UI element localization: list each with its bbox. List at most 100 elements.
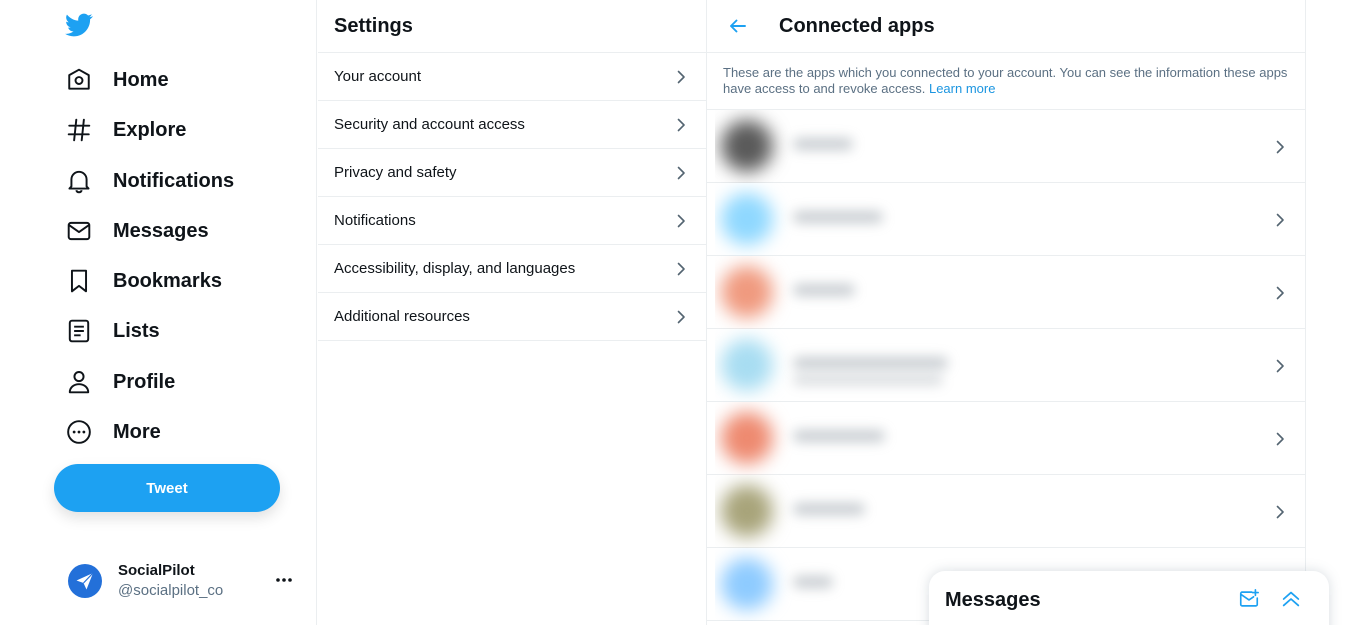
collapse-chevrons-icon[interactable] xyxy=(1279,587,1303,611)
app-avatar xyxy=(721,412,773,464)
connected-app-row[interactable] xyxy=(707,256,1305,329)
app-avatar xyxy=(721,266,773,318)
account-switcher[interactable]: SocialPilot @socialpilot_co xyxy=(54,556,304,606)
nav-label-bookmarks: Bookmarks xyxy=(113,269,222,292)
app-info-blurred xyxy=(715,475,975,548)
chevron-right-icon xyxy=(1276,140,1284,154)
account-handle: @socialpilot_co xyxy=(118,582,224,599)
connected-app-row[interactable] xyxy=(707,402,1305,475)
nav-label-notifications: Notifications xyxy=(113,169,235,192)
hashtag-icon xyxy=(66,117,92,143)
chevron-right-icon xyxy=(677,166,685,179)
nav-label-home: Home xyxy=(113,68,169,91)
bookmark-icon xyxy=(66,268,92,294)
nav-label-lists: Lists xyxy=(113,319,160,342)
connected-apps-description: These are the apps which you connected t… xyxy=(707,53,1305,110)
settings-item-additional-resources[interactable]: Additional resources xyxy=(318,293,706,341)
description-text: These are the apps which you connected t… xyxy=(723,65,1288,96)
settings-header: Settings xyxy=(318,0,706,53)
connected-app-row[interactable] xyxy=(707,110,1305,183)
bell-icon xyxy=(66,168,92,194)
nav-item-messages[interactable]: Messages xyxy=(54,208,221,254)
envelope-icon xyxy=(66,218,92,244)
chevron-right-icon xyxy=(677,310,685,323)
app-info-blurred xyxy=(715,110,975,183)
learn-more-link[interactable]: Learn more xyxy=(929,81,995,96)
account-text: SocialPilot @socialpilot_co xyxy=(118,561,223,601)
chevron-right-icon xyxy=(677,214,685,227)
tweet-button[interactable]: Tweet xyxy=(54,464,280,512)
settings-item-notifications[interactable]: Notifications xyxy=(318,197,706,245)
connected-apps-column: Connected apps These are the apps which … xyxy=(707,0,1306,625)
connected-app-row[interactable] xyxy=(707,475,1305,548)
settings-item-your-account[interactable]: Your account xyxy=(318,53,706,101)
app-info-blurred xyxy=(715,329,975,402)
connected-apps-list xyxy=(707,110,1305,621)
chevron-right-icon xyxy=(1276,359,1284,373)
nav-item-explore[interactable]: Explore xyxy=(54,107,198,153)
app-avatar xyxy=(721,339,773,391)
nav-label-profile: Profile xyxy=(113,370,176,393)
app-info-blurred xyxy=(715,183,975,256)
left-navigation: Home Explore Notifications Messages Book xyxy=(0,0,317,625)
messages-drawer[interactable]: Messages xyxy=(929,571,1329,625)
chevron-right-icon xyxy=(1276,432,1284,446)
settings-title: Settings xyxy=(334,14,413,37)
ellipsis-icon[interactable] xyxy=(274,570,294,590)
settings-item-label: Privacy and safety xyxy=(334,164,457,181)
settings-item-accessibility[interactable]: Accessibility, display, and languages xyxy=(318,245,706,293)
settings-item-label: Security and account access xyxy=(334,116,525,133)
chevron-right-icon xyxy=(1276,213,1284,227)
app-avatar xyxy=(721,558,773,610)
settings-item-privacy[interactable]: Privacy and safety xyxy=(318,149,706,197)
nav-item-notifications[interactable]: Notifications xyxy=(54,158,246,204)
app-avatar xyxy=(721,485,773,537)
app-detail-redacted xyxy=(793,375,943,385)
connected-app-row[interactable] xyxy=(707,329,1305,402)
settings-item-security[interactable]: Security and account access xyxy=(318,101,706,149)
back-arrow-icon[interactable] xyxy=(727,15,749,37)
chevron-right-icon xyxy=(677,118,685,131)
more-circle-icon xyxy=(66,419,92,445)
settings-item-label: Your account xyxy=(334,68,422,85)
app-info-blurred xyxy=(715,402,975,475)
new-message-icon[interactable] xyxy=(1237,587,1261,611)
app-name-redacted xyxy=(793,138,853,150)
nav-item-home[interactable]: Home xyxy=(54,57,181,103)
messages-drawer-title: Messages xyxy=(945,589,1041,611)
app-avatar xyxy=(721,120,773,172)
app-name-redacted xyxy=(793,284,855,296)
app-avatar xyxy=(721,193,773,245)
home-icon xyxy=(66,67,92,93)
person-icon xyxy=(66,369,92,395)
app-name-redacted xyxy=(793,503,865,515)
chevron-right-icon xyxy=(1276,505,1284,519)
nav-item-profile[interactable]: Profile xyxy=(54,359,187,405)
chevron-right-icon xyxy=(677,70,685,83)
twitter-logo-icon[interactable] xyxy=(64,11,94,39)
app-root: Home Explore Notifications Messages Book xyxy=(0,0,1349,625)
app-name-redacted xyxy=(793,576,833,588)
nav-label-messages: Messages xyxy=(113,219,209,242)
settings-item-label: Accessibility, display, and languages xyxy=(334,260,576,277)
nav-label-more: More xyxy=(113,420,161,443)
app-name-redacted xyxy=(793,211,883,223)
app-info-blurred xyxy=(715,256,975,329)
nav-item-more[interactable]: More xyxy=(54,409,173,455)
chevron-right-icon xyxy=(677,262,685,275)
settings-item-label: Additional resources xyxy=(334,308,470,325)
chevron-right-icon xyxy=(1276,286,1284,300)
settings-column: Settings Your account Security and accou… xyxy=(318,0,707,625)
avatar xyxy=(66,562,104,600)
nav-item-bookmarks[interactable]: Bookmarks xyxy=(54,258,234,304)
nav-label-explore: Explore xyxy=(113,118,187,141)
settings-item-label: Notifications xyxy=(334,212,416,229)
nav-item-lists[interactable]: Lists xyxy=(54,308,172,354)
account-name: SocialPilot xyxy=(118,562,195,579)
connected-apps-title: Connected apps xyxy=(779,14,935,37)
connected-app-row[interactable] xyxy=(707,183,1305,256)
list-icon xyxy=(66,318,92,344)
app-name-redacted xyxy=(793,430,885,442)
connected-apps-header: Connected apps xyxy=(707,0,1305,53)
app-name-redacted xyxy=(793,357,948,369)
